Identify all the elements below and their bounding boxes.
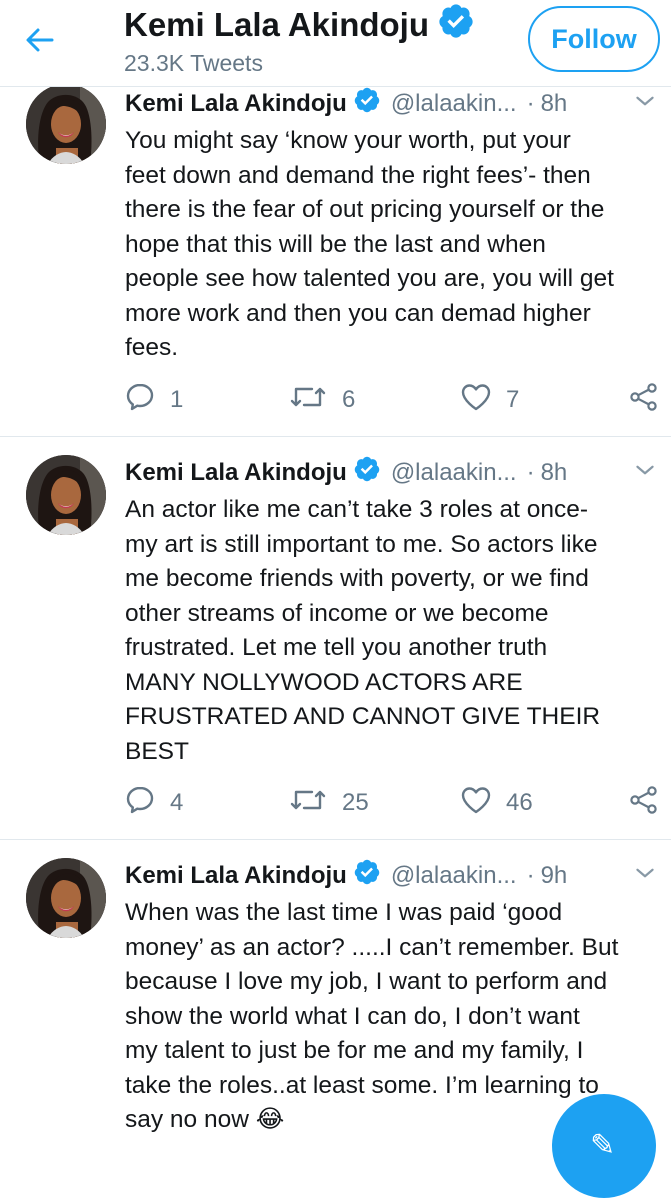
tweet-text-line: frustrated. Let me tell you another trut… [125,634,548,661]
profile-header: Kemi Lala Akindoju 23.3K Tweets Follow [0,0,671,87]
tweet-text-line: BEST [125,737,189,765]
tweet-text-line: me become friends with poverty, or we fi… [125,565,589,592]
tweet-text-line: people see how talented you are, you wil… [125,265,614,292]
back-button[interactable] [24,20,84,64]
tweet-text-line: FRUSTRATED AND CANNOT GIVE THEIR [125,703,601,730]
tweet-text-line: feet down and demand the right fees’- th… [125,161,591,189]
tweet-card[interactable]: Kemi Lala Akindoju @lalaakin... · 8h An … [0,437,671,840]
share-icon [628,784,660,823]
author-name[interactable]: Kemi Lala Akindoju [125,90,347,118]
verified-badge-icon [353,858,381,893]
compose-button[interactable]: ✎ [552,1094,656,1198]
tweet-card[interactable]: Kemi Lala Akindoju @lalaakin... · 8h You… [0,84,671,437]
like-count: 7 [506,386,520,413]
tweet-text-line: my talent to just be for me and my famil… [125,1037,584,1064]
tweet-text-line: because I love my job, I want to perform… [125,968,608,995]
like-count: 46 [506,789,533,816]
page-title: Kemi Lala Akindoju [124,2,475,48]
tweet-text-line: hope that this will be the last and when [125,230,546,258]
separator-dot: · [526,861,535,889]
verified-badge-icon [437,2,475,48]
tweet-text-line: fees. [125,334,179,361]
chevron-down-icon[interactable] [632,860,658,886]
reply-button[interactable]: 1 [124,380,183,420]
reply-button[interactable]: 4 [124,783,183,823]
profile-name: Kemi Lala Akindoju [124,6,429,43]
tweet-time[interactable]: 8h [541,90,568,118]
author-handle[interactable]: @lalaakin... [391,459,517,487]
tweet-time[interactable]: 8h [541,459,568,487]
tweet-actions: 1 6 7 [0,380,671,420]
avatar[interactable] [26,455,106,535]
tweet-text-line: An actor like me can’t take 3 roles at o… [125,496,588,523]
tweet-count: 23.3K Tweets [124,50,263,76]
avatar[interactable] [26,858,106,938]
reply-count: 4 [170,789,184,816]
verified-badge-icon [353,86,381,121]
author-handle[interactable]: @lalaakin... [391,862,517,890]
share-button[interactable] [628,783,660,823]
like-button[interactable]: 46 [460,783,533,823]
tweet-text-line: show the world what I can do, I don’t wa… [125,1002,580,1030]
tweet-text-line: You might say ‘know your worth, put your [125,127,571,154]
reply-icon [124,784,156,823]
tweet-time[interactable]: 9h [541,862,568,890]
arrow-left-icon [24,24,56,61]
tweet-card[interactable]: Kemi Lala Akindoju @lalaakin... · 9h Whe… [0,840,671,1138]
tweet-text-line: MANY NOLLYWOOD ACTORS ARE [125,668,523,696]
tweet-text: You might say ‘know your worth, put your… [125,124,665,366]
author-name[interactable]: Kemi Lala Akindoju [125,862,347,890]
verified-badge-icon [353,455,381,490]
share-button[interactable] [628,380,660,420]
tweet-text-line: more work and then you can demad higher [125,299,591,327]
separator-dot: · [526,458,535,486]
tweet-actions: 4 25 46 [0,783,671,823]
follow-button[interactable]: Follow [528,6,660,72]
tweet-text-line: my art is still important to me. So acto… [125,530,598,558]
tweet-text-line: When was the last time I was paid ‘good [125,899,563,926]
tweet-text-line: other streams of income or we become [125,599,549,627]
heart-icon [460,784,492,823]
tweet-header: Kemi Lala Akindoju @lalaakin... · 9h [125,858,567,893]
tweet-text-line: there is the fear of out pricing yoursel… [125,196,605,223]
retweet-icon [288,784,328,823]
separator-dot: · [526,89,535,117]
retweet-count: 6 [342,386,356,413]
avatar[interactable] [26,84,106,164]
chevron-down-icon[interactable] [632,457,658,483]
heart-icon [460,381,492,420]
tweet-text-line: money’ as an actor? .....I can’t remembe… [125,933,619,961]
tweet-header: Kemi Lala Akindoju @lalaakin... · 8h [125,455,567,490]
like-button[interactable]: 7 [460,380,519,420]
retweet-button[interactable]: 6 [288,380,355,420]
retweet-icon [288,381,328,420]
compose-icon: ✎ [590,1129,616,1162]
reply-count: 1 [170,386,184,413]
tweet-header: Kemi Lala Akindoju @lalaakin... · 8h [125,86,567,121]
chevron-down-icon[interactable] [632,88,658,114]
retweet-button[interactable]: 25 [288,783,369,823]
retweet-count: 25 [342,789,369,816]
author-name[interactable]: Kemi Lala Akindoju [125,459,347,487]
author-handle[interactable]: @lalaakin... [391,90,517,118]
tweet-text: An actor like me can’t take 3 roles at o… [125,493,665,769]
share-icon [628,381,660,420]
reply-icon [124,381,156,420]
